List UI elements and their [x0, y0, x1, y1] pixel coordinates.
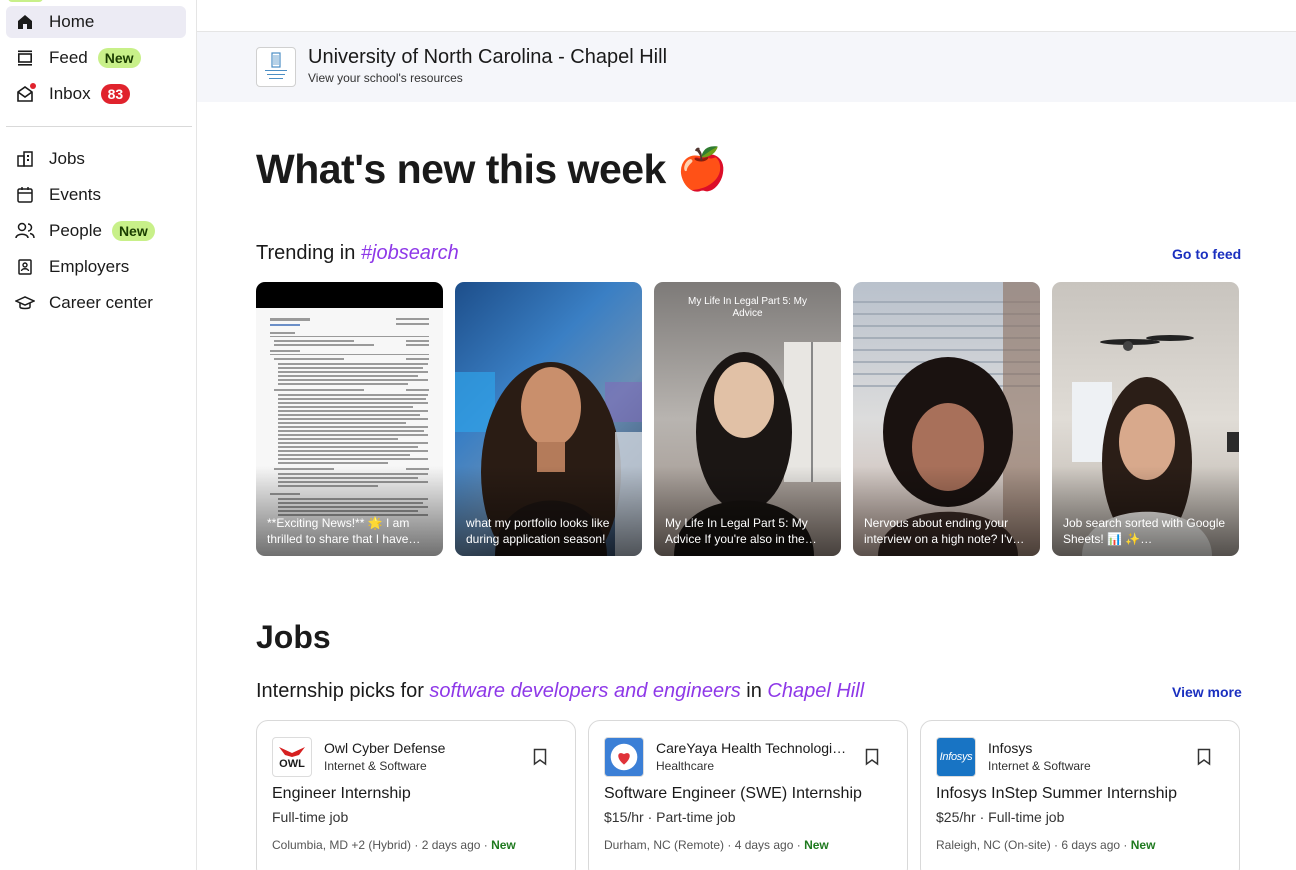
job-type: $15/hr · Part-time job — [604, 809, 736, 825]
view-more-link[interactable]: View more — [1172, 684, 1242, 700]
job-type: Full-time job — [272, 809, 349, 825]
sidebar-item-career-center[interactable]: Career center — [6, 287, 186, 319]
sidebar-item-jobs[interactable]: Jobs — [6, 143, 186, 175]
graduation-cap-icon — [15, 293, 35, 313]
jobs-heading: Jobs — [256, 619, 331, 655]
sidebar-item-label: Feed — [49, 48, 88, 67]
sidebar-item-label: Events — [49, 185, 101, 204]
video-caption: My Life In Legal Part 5: My Advice If yo… — [665, 516, 817, 546]
sidebar-item-events[interactable]: Events — [6, 179, 186, 211]
people-icon — [15, 221, 35, 241]
sidebar-top-accent — [8, 0, 43, 2]
trending-video-card[interactable]: **Exciting News!** 🌟 I am thrilled to sh… — [256, 282, 443, 556]
trending-hashtag[interactable]: #jobsearch — [361, 242, 459, 264]
job-title[interactable]: Software Engineer (SWE) Internship — [604, 785, 862, 803]
picks-in: in — [740, 680, 768, 702]
calendar-icon — [15, 185, 35, 205]
video-caption: what my portfolio looks like during appl… — [466, 516, 610, 546]
apple-emoji: 🍎 — [676, 146, 728, 192]
job-title[interactable]: Infosys InStep Summer Internship — [936, 785, 1177, 803]
owl-logo-icon — [279, 746, 305, 757]
sidebar-item-label: Employers — [49, 257, 130, 276]
school-subtitle: View your school's resources — [308, 71, 463, 85]
sidebar-item-label: Inbox — [49, 84, 91, 103]
sidebar-item-label: Home — [49, 12, 95, 31]
sidebar-item-inbox[interactable]: Inbox 83 — [6, 78, 186, 110]
job-type: $25/hr · Full-time job — [936, 809, 1065, 825]
job-card[interactable]: Infosys Infosys Internet & Software Info… — [920, 720, 1240, 870]
headline-text: What's new this week — [256, 146, 666, 192]
new-badge: New — [97, 48, 141, 68]
feed-icon — [15, 48, 35, 68]
new-label: New — [491, 838, 516, 852]
sidebar-divider — [6, 126, 192, 127]
company-logo: Infosys — [936, 737, 976, 777]
job-location-date: Raleigh, NC (On-site) · 6 days ago · — [936, 838, 1131, 852]
job-card[interactable]: OWL Owl Cyber Defense Internet & Softwar… — [256, 720, 576, 870]
internship-picks-heading: Internship picks for software developers… — [256, 680, 864, 703]
trending-video-card[interactable]: Job search sorted with Google Sheets! 📊 … — [1052, 282, 1239, 556]
unread-count-badge: 83 — [100, 84, 131, 104]
video-overlay-text: My Life In Legal Part 5: My Advice — [688, 296, 807, 319]
school-banner[interactable]: University of North Carolina - Chapel Hi… — [197, 31, 1296, 102]
picks-location-link[interactable]: Chapel Hill — [767, 680, 864, 702]
trending-prefix: Trending in — [256, 242, 361, 264]
employers-icon — [15, 257, 35, 277]
trending-video-card[interactable]: Nervous about ending your interview on a… — [853, 282, 1040, 556]
video-caption: Nervous about ending your interview on a… — [864, 516, 1025, 546]
sidebar-item-people[interactable]: People New — [6, 215, 186, 247]
inbox-icon — [15, 83, 36, 104]
sidebar-item-label: Career center — [49, 293, 153, 312]
video-caption: **Exciting News!** 🌟 I am thrilled to sh… — [267, 516, 421, 546]
company-industry: Internet & Software — [988, 759, 1091, 773]
bookmark-icon[interactable] — [533, 748, 547, 766]
bookmark-icon[interactable] — [865, 748, 879, 766]
sidebar-item-employers[interactable]: Employers — [6, 251, 186, 283]
sidebar-item-home[interactable]: Home — [6, 6, 186, 38]
job-meta: Durham, NC (Remote) · 4 days ago · New — [604, 838, 829, 852]
sidebar-item-feed[interactable]: Feed New — [6, 42, 186, 74]
company-industry: Healthcare — [656, 759, 715, 773]
picks-prefix: Internship picks for — [256, 680, 430, 702]
company-name[interactable]: CareYaya Health Technologi… — [656, 740, 846, 756]
new-badge: New — [111, 221, 155, 241]
job-card[interactable]: CareYaya Health Technologi… Healthcare S… — [588, 720, 908, 870]
job-title[interactable]: Engineer Internship — [272, 785, 411, 803]
company-industry: Internet & Software — [324, 759, 427, 773]
go-to-feed-link[interactable]: Go to feed — [1172, 246, 1241, 262]
home-icon — [15, 12, 35, 32]
unread-dot — [30, 83, 36, 89]
picks-role-link[interactable]: software developers and engineers — [429, 680, 740, 702]
new-label: New — [804, 838, 829, 852]
trending-video-card[interactable]: what my portfolio looks like during appl… — [455, 282, 642, 556]
sidebar: Home Feed New Inbox 83 Jobs Events Peopl… — [0, 0, 197, 870]
video-top-bar — [256, 282, 443, 308]
jobs-icon — [15, 149, 35, 169]
sidebar-item-label: Jobs — [49, 149, 85, 168]
video-caption: Job search sorted with Google Sheets! 📊 … — [1063, 516, 1226, 546]
heart-icon — [610, 743, 638, 771]
company-name[interactable]: Infosys — [988, 740, 1032, 756]
company-logo: OWL — [272, 737, 312, 777]
job-meta: Raleigh, NC (On-site) · 6 days ago · New — [936, 838, 1155, 852]
sidebar-item-label: People — [49, 221, 102, 240]
bookmark-icon[interactable] — [1197, 748, 1211, 766]
company-logo — [604, 737, 644, 777]
company-logo-text: Infosys — [939, 751, 973, 763]
job-meta: Columbia, MD +2 (Hybrid) · 2 days ago · … — [272, 838, 516, 852]
company-logo-text: OWL — [279, 757, 305, 770]
company-name[interactable]: Owl Cyber Defense — [324, 740, 445, 756]
school-name[interactable]: University of North Carolina - Chapel Hi… — [308, 46, 667, 69]
job-location-date: Durham, NC (Remote) · 4 days ago · — [604, 838, 805, 852]
page-title: What's new this week 🍎 — [256, 146, 728, 194]
new-label: New — [1130, 838, 1156, 852]
school-logo — [256, 47, 296, 87]
job-location-date: Columbia, MD +2 (Hybrid) · 2 days ago · — [272, 838, 492, 852]
trending-video-card[interactable]: My Life In Legal Part 5: My Advice My Li… — [654, 282, 841, 556]
trending-heading: Trending in #jobsearch — [256, 242, 459, 265]
